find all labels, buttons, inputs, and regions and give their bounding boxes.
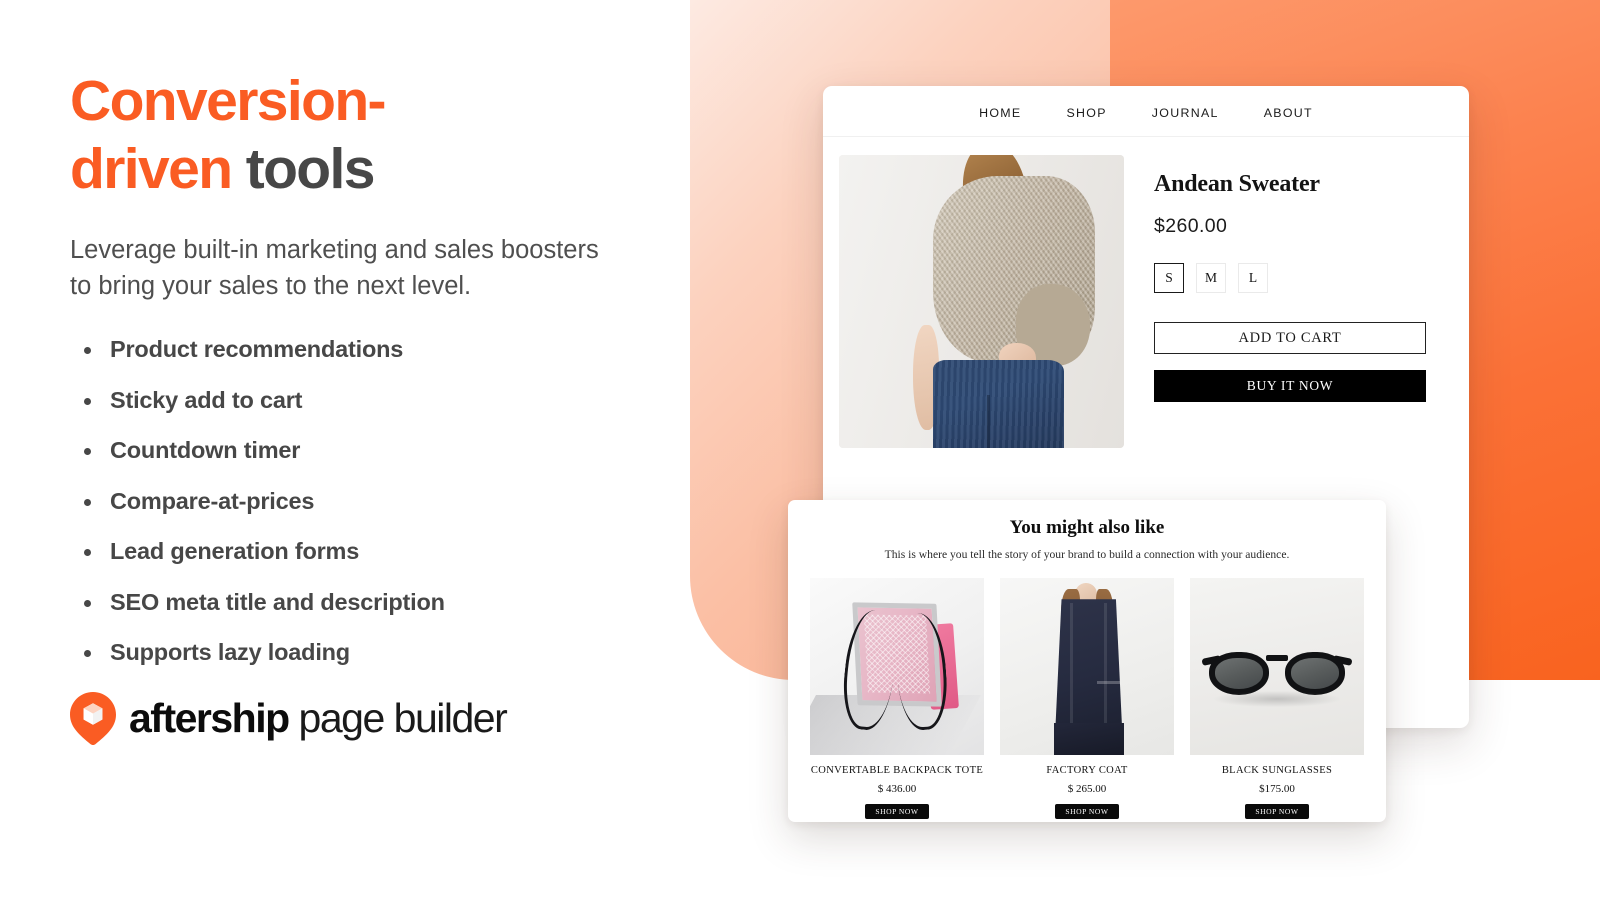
bullet-icon <box>84 549 91 557</box>
bullet-icon <box>84 599 91 607</box>
brand-name-secondary: page builder <box>288 694 508 741</box>
photo-blue-jeans <box>933 360 1065 448</box>
list-item: Compare-at-prices <box>70 487 690 514</box>
thumb-sunglasses-lens-left <box>1209 652 1269 695</box>
list-item: SEO meta title and description <box>70 588 690 615</box>
bullet-icon <box>84 397 91 405</box>
size-option-l[interactable]: L <box>1238 263 1268 293</box>
product-price: $ 436.00 <box>877 783 917 795</box>
buy-it-now-button[interactable]: BUY IT NOW <box>1154 370 1426 402</box>
brand-name-primary: aftership <box>129 694 290 741</box>
list-item: Countdown timer <box>70 437 690 464</box>
thumb-coat-lapel-left <box>1069 602 1073 727</box>
size-selector: S M L <box>1154 263 1447 293</box>
headline-line-1: Conversion- <box>70 69 387 133</box>
headline-line-2-accent: driven <box>70 136 246 201</box>
bullet-icon <box>84 498 91 506</box>
shop-now-button[interactable]: SHOP NOW <box>1245 804 1309 819</box>
product-detail-section: Andean Sweater $260.00 S M L ADD TO CART… <box>823 137 1469 448</box>
product-title: Andean Sweater <box>1154 171 1320 197</box>
bullet-icon <box>84 448 91 456</box>
nav-item-about[interactable]: ABOUT <box>1264 106 1313 120</box>
list-item[interactable]: BLACK SUNGLASSES $175.00 SHOP NOW <box>1190 578 1364 819</box>
product-thumbnail-tote <box>810 578 984 755</box>
thumb-sunglasses-bridge <box>1266 654 1288 661</box>
thumb-coat-lapel-right <box>1104 602 1108 727</box>
recommendations-subtitle: This is where you tell the story of your… <box>884 548 1290 561</box>
feature-label: Compare-at-prices <box>110 487 315 514</box>
product-price: $175.00 <box>1259 783 1295 795</box>
product-price: $ 265.00 <box>1067 783 1107 795</box>
feature-label: Sticky add to cart <box>110 386 303 413</box>
nav-item-journal[interactable]: JOURNAL <box>1152 106 1219 120</box>
list-item: Supports lazy loading <box>70 639 690 666</box>
product-thumbnail-sunglasses <box>1190 578 1364 755</box>
product-name: BLACK SUNGLASSES <box>1221 765 1333 776</box>
thumb-dark-trousers <box>1053 723 1124 755</box>
shop-now-button[interactable]: SHOP NOW <box>865 804 929 819</box>
thumb-shadow <box>1214 691 1340 708</box>
list-item: Product recommendations <box>70 336 690 363</box>
recommendations-title: You might also like <box>1009 517 1165 538</box>
aftership-pin-cube-icon <box>70 691 116 745</box>
promo-banner: Conversion- driven tools Leverage built-… <box>0 0 1600 900</box>
nav-item-home[interactable]: HOME <box>979 106 1021 120</box>
feature-list: Product recommendations Sticky add to ca… <box>70 336 690 666</box>
product-recommendations-card: You might also like This is where you te… <box>788 500 1386 822</box>
product-thumbnail-coat <box>1000 578 1174 755</box>
thumb-sunglasses-frame <box>1201 652 1353 695</box>
size-option-m[interactable]: M <box>1196 263 1226 293</box>
brand-logo: aftership page builder <box>70 691 690 745</box>
thumb-navy-coat <box>1055 599 1123 734</box>
list-item[interactable]: CONVERTABLE BACKPACK TOTE $ 436.00 SHOP … <box>810 578 984 819</box>
page-title: Conversion- driven tools <box>70 68 690 204</box>
thumb-coat-pocket <box>1097 680 1121 684</box>
list-item: Lead generation forms <box>70 538 690 565</box>
product-hero-image <box>839 155 1124 448</box>
product-name: FACTORY COAT <box>1046 765 1128 776</box>
bullet-icon <box>84 347 91 355</box>
feature-label: Countdown timer <box>110 437 301 464</box>
recommendations-grid: CONVERTABLE BACKPACK TOTE $ 436.00 SHOP … <box>810 578 1364 819</box>
list-item: Sticky add to cart <box>70 386 690 413</box>
feature-label: Supports lazy loading <box>110 639 350 666</box>
product-info: Andean Sweater $260.00 S M L ADD TO CART… <box>1154 155 1447 448</box>
brand-wordmark: aftership page builder <box>129 694 508 742</box>
product-name: CONVERTABLE BACKPACK TOTE <box>810 765 984 776</box>
marketing-copy-column: Conversion- driven tools Leverage built-… <box>70 0 690 900</box>
nav-item-shop[interactable]: SHOP <box>1066 106 1106 120</box>
feature-label: Product recommendations <box>110 336 404 363</box>
feature-label: SEO meta title and description <box>110 588 445 615</box>
shop-now-button[interactable]: SHOP NOW <box>1055 804 1119 819</box>
headline-line-2-dark: tools <box>245 136 376 201</box>
product-price: $260.00 <box>1154 215 1228 237</box>
feature-label: Lead generation forms <box>110 538 360 565</box>
list-item[interactable]: FACTORY COAT $ 265.00 SHOP NOW <box>1000 578 1174 819</box>
add-to-cart-button[interactable]: ADD TO CART <box>1154 322 1426 354</box>
thumb-sunglasses-lens-right <box>1285 652 1345 695</box>
store-nav: HOME SHOP JOURNAL ABOUT <box>823 86 1469 137</box>
subheadline: Leverage built-in marketing and sales bo… <box>70 235 599 300</box>
photo-jeans-seam <box>987 395 991 448</box>
bullet-icon <box>84 650 91 658</box>
size-option-s[interactable]: S <box>1154 263 1184 293</box>
